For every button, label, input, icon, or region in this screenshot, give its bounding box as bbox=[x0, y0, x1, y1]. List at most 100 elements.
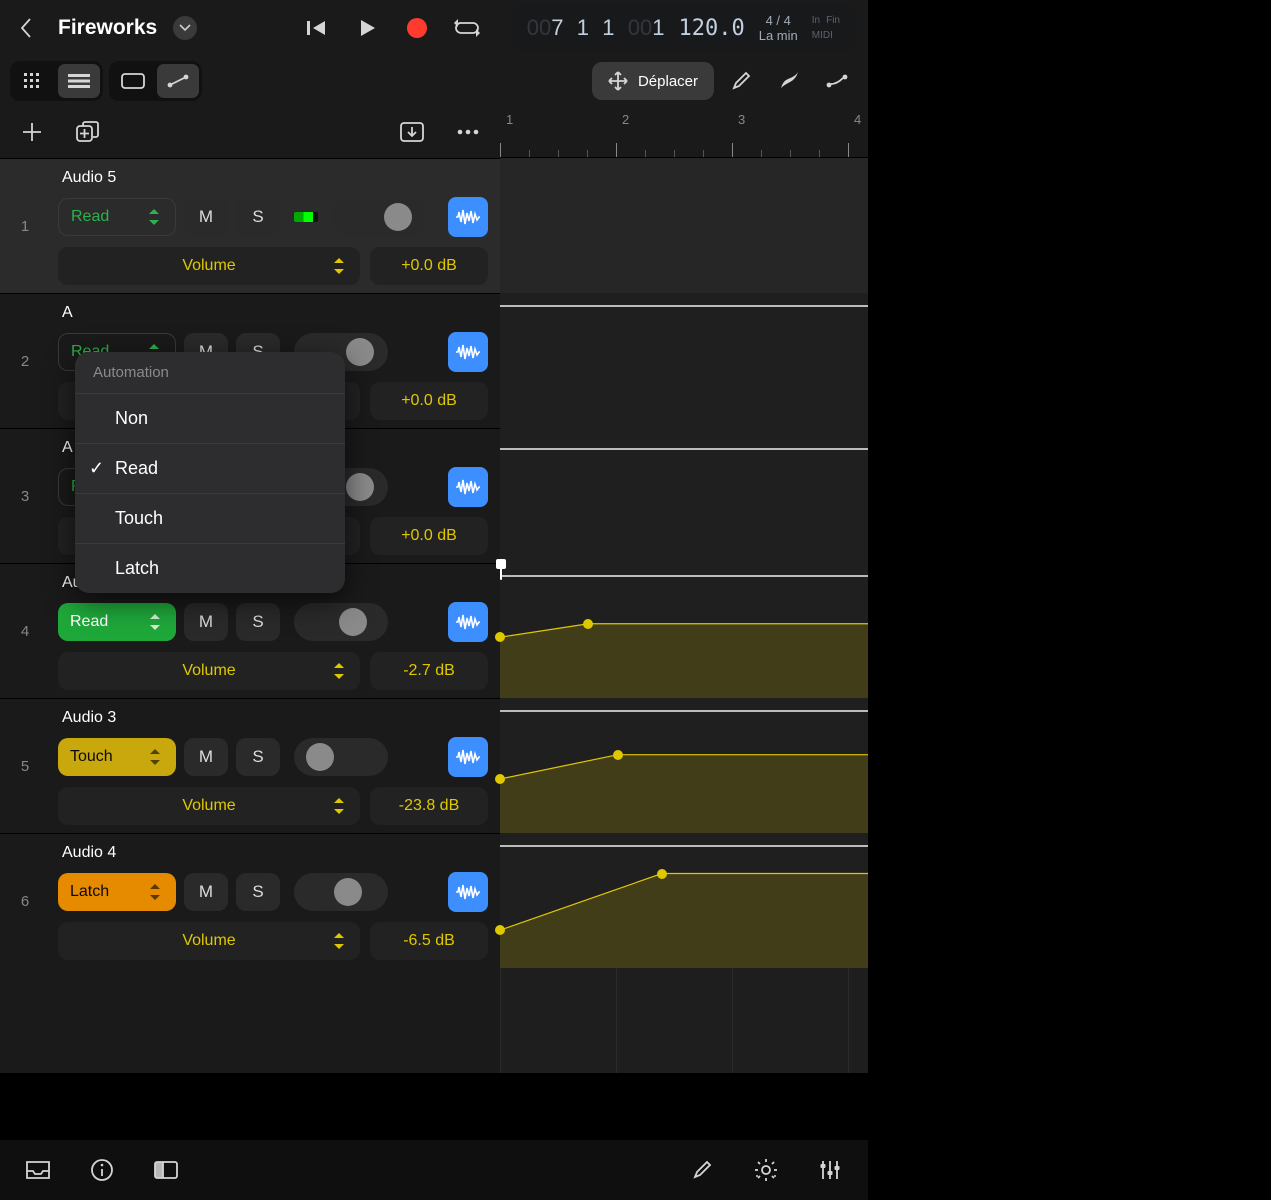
automation-parameter-select[interactable]: Volume bbox=[58, 247, 360, 285]
automation-value: -23.8 dB bbox=[370, 787, 488, 825]
brightness-button[interactable] bbox=[748, 1152, 784, 1188]
track-name: Audio 4 bbox=[62, 844, 488, 862]
automation-curve-tool[interactable] bbox=[816, 62, 858, 100]
automation-node[interactable] bbox=[613, 750, 623, 760]
mute-button[interactable]: M bbox=[184, 738, 228, 776]
track-type-icon bbox=[448, 737, 488, 777]
out-label: Fin bbox=[826, 15, 840, 26]
document-title: Fireworks bbox=[58, 16, 157, 40]
track-name: Audio 3 bbox=[62, 709, 488, 727]
region-view-button[interactable] bbox=[112, 64, 154, 98]
track-type-icon bbox=[448, 197, 488, 237]
popup-item-read[interactable]: Read bbox=[75, 444, 345, 494]
import-button[interactable] bbox=[394, 114, 430, 150]
tracks-view-button[interactable] bbox=[58, 64, 100, 98]
automation-mode-popup: Automation NonReadTouchLatch bbox=[75, 352, 345, 593]
automation-lane[interactable] bbox=[500, 833, 868, 968]
automation-parameter-select[interactable]: Volume bbox=[58, 922, 360, 960]
popup-item-latch[interactable]: Latch bbox=[75, 544, 345, 593]
more-button[interactable] bbox=[450, 114, 486, 150]
playhead[interactable] bbox=[500, 560, 502, 580]
panels-button[interactable] bbox=[148, 1152, 184, 1188]
track-type-icon bbox=[448, 467, 488, 507]
volume-slider[interactable] bbox=[294, 603, 388, 641]
track-name: A bbox=[62, 304, 488, 322]
track-number: 5 bbox=[0, 699, 50, 833]
inbox-button[interactable] bbox=[20, 1152, 56, 1188]
toolbar: Déplacer bbox=[0, 56, 868, 106]
automation-node[interactable] bbox=[495, 774, 505, 784]
midi-label: MIDI bbox=[812, 30, 833, 41]
track-number: 6 bbox=[0, 834, 50, 968]
in-label: In bbox=[812, 15, 820, 26]
automation-mode-button[interactable]: Latch bbox=[58, 873, 176, 911]
track-type-icon bbox=[448, 332, 488, 372]
automation-node[interactable] bbox=[657, 869, 667, 879]
track-number: 2 bbox=[0, 294, 50, 428]
automation-lane[interactable] bbox=[500, 698, 868, 833]
automation-mode-button[interactable]: Touch bbox=[58, 738, 176, 776]
track-number: 1 bbox=[0, 159, 50, 293]
top-bar: Fireworks 007 1 1 001 120.0 4 / 4 La min bbox=[0, 0, 868, 56]
automation-mode-button[interactable]: Read bbox=[58, 198, 176, 236]
track-type-icon bbox=[448, 602, 488, 642]
popup-item-non[interactable]: Non bbox=[75, 394, 345, 444]
timeline-ruler[interactable]: 1 2 3 4 bbox=[500, 106, 868, 158]
automation-parameter-select[interactable]: Volume bbox=[58, 787, 360, 825]
automation-mode-button[interactable]: Read bbox=[58, 603, 176, 641]
pencil-tool[interactable] bbox=[720, 62, 762, 100]
play-button[interactable] bbox=[345, 6, 389, 50]
automation-lane[interactable] bbox=[500, 293, 868, 428]
track-row[interactable]: 1 Audio 5 Read M S Volume +0.0 dB bbox=[0, 158, 500, 293]
solo-button[interactable]: S bbox=[236, 198, 280, 236]
cycle-button[interactable] bbox=[445, 6, 489, 50]
grid-view-button[interactable] bbox=[13, 64, 55, 98]
automation-value: +0.0 dB bbox=[370, 517, 488, 555]
info-button[interactable] bbox=[84, 1152, 120, 1188]
automation-parameter-select[interactable]: Volume bbox=[58, 652, 360, 690]
mute-button[interactable]: M bbox=[184, 873, 228, 911]
volume-slider[interactable] bbox=[294, 738, 388, 776]
move-tool-chip[interactable]: Déplacer bbox=[592, 62, 714, 100]
brush-tool[interactable] bbox=[768, 62, 810, 100]
position-display: 007 1 1 001 bbox=[527, 15, 665, 41]
level-meter bbox=[294, 212, 318, 222]
automation-lane[interactable] bbox=[500, 158, 868, 293]
back-button[interactable] bbox=[12, 13, 42, 43]
document-dropdown[interactable] bbox=[173, 16, 197, 40]
track-row[interactable]: 5 Audio 3 Touch M S Volume -23.8 dB bbox=[0, 698, 500, 833]
track-row[interactable]: 6 Audio 4 Latch M S Volume -6.5 dB bbox=[0, 833, 500, 968]
lcd-display[interactable]: 007 1 1 001 120.0 4 / 4 La min In Fin MI… bbox=[511, 5, 856, 51]
mute-button[interactable]: M bbox=[184, 198, 228, 236]
key-display: La min bbox=[759, 29, 798, 42]
record-button[interactable] bbox=[395, 6, 439, 50]
add-track-button[interactable] bbox=[14, 114, 50, 150]
track-name: Audio 5 bbox=[62, 169, 488, 187]
mixer-button[interactable] bbox=[812, 1152, 848, 1188]
ruler-number: 2 bbox=[622, 112, 629, 127]
time-signature: 4 / 4 bbox=[766, 14, 791, 27]
volume-slider[interactable] bbox=[294, 873, 388, 911]
ruler-number: 4 bbox=[854, 112, 861, 127]
duplicate-track-button[interactable] bbox=[70, 114, 106, 150]
automation-lane[interactable] bbox=[500, 428, 868, 563]
track-number: 3 bbox=[0, 429, 50, 563]
track-type-icon bbox=[448, 872, 488, 912]
mute-button[interactable]: M bbox=[184, 603, 228, 641]
ruler-number: 1 bbox=[506, 112, 513, 127]
automation-view-button[interactable] bbox=[157, 64, 199, 98]
volume-slider[interactable] bbox=[332, 198, 426, 236]
edit-button[interactable] bbox=[684, 1152, 720, 1188]
popup-header: Automation bbox=[75, 352, 345, 394]
track-number: 4 bbox=[0, 564, 50, 698]
rewind-button[interactable] bbox=[295, 6, 339, 50]
automation-lane[interactable] bbox=[500, 563, 868, 698]
automation-value: -2.7 dB bbox=[370, 652, 488, 690]
tempo-display: 120.0 bbox=[678, 16, 744, 41]
ruler-number: 3 bbox=[738, 112, 745, 127]
automation-value: +0.0 dB bbox=[370, 382, 488, 420]
popup-item-touch[interactable]: Touch bbox=[75, 494, 345, 544]
solo-button[interactable]: S bbox=[236, 603, 280, 641]
solo-button[interactable]: S bbox=[236, 738, 280, 776]
solo-button[interactable]: S bbox=[236, 873, 280, 911]
